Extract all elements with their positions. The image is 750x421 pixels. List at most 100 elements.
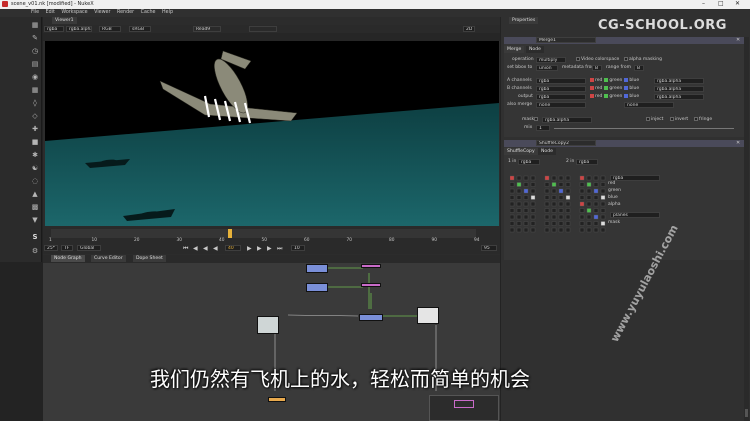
in2-dropdown[interactable]: rgba bbox=[576, 159, 598, 165]
channel-alpha-dropdown[interactable]: rgba.alpha bbox=[66, 26, 92, 32]
draw-tool-icon[interactable]: ✎ bbox=[30, 34, 40, 43]
fps-field[interactable]: 25* bbox=[44, 245, 58, 251]
timeline-track[interactable] bbox=[51, 229, 476, 238]
set-bbox-dropdown[interactable]: union bbox=[536, 65, 558, 71]
menu-file[interactable]: File bbox=[31, 10, 39, 15]
metadata-dropdown[interactable]: B bbox=[592, 65, 602, 71]
scrollbar-thumb[interactable] bbox=[745, 409, 748, 417]
shufflecopy-name-field[interactable]: ShuffleCopy2 bbox=[536, 140, 596, 146]
view-mode-dropdown[interactable]: 2D bbox=[463, 26, 475, 32]
play-back-icon[interactable]: ◀ bbox=[213, 245, 218, 252]
maximize-icon[interactable]: □ bbox=[718, 0, 724, 7]
close-node-icon[interactable]: ✕ bbox=[736, 37, 740, 43]
operation-dropdown[interactable]: multiply bbox=[536, 57, 566, 63]
metadata-tool-icon[interactable]: ☯ bbox=[30, 164, 40, 173]
tab-merge-node[interactable]: Node bbox=[526, 46, 544, 53]
in1-dropdown[interactable]: rgba bbox=[518, 159, 540, 165]
script-tool-icon[interactable]: S bbox=[30, 233, 40, 242]
transform-tool-icon[interactable]: ✚ bbox=[30, 125, 40, 134]
also-merge-dropdown[interactable]: none bbox=[536, 102, 586, 108]
current-frame-field[interactable]: 40 bbox=[225, 245, 241, 251]
settings-tool-icon[interactable]: ⚙ bbox=[30, 247, 40, 256]
b-channels-dropdown[interactable]: rgba bbox=[536, 86, 586, 92]
minimize-icon[interactable]: – bbox=[702, 0, 705, 7]
mask-enable-checkbox[interactable] bbox=[532, 116, 539, 123]
tab-merge[interactable]: Merge bbox=[504, 46, 525, 53]
tab-dope-sheet[interactable]: Dope Sheet bbox=[133, 255, 166, 262]
3d-tool-icon[interactable]: ■ bbox=[30, 138, 40, 147]
node-read-2[interactable] bbox=[257, 316, 279, 334]
lut-dropdown[interactable]: sRGB bbox=[129, 26, 151, 32]
fringe-checkbox[interactable]: fringe bbox=[692, 116, 712, 123]
tab-properties[interactable]: Properties bbox=[509, 17, 539, 24]
output-channel-toggles[interactable]: red green blue bbox=[588, 93, 639, 100]
node-dot-mid[interactable] bbox=[361, 283, 381, 287]
menu-render[interactable]: Render bbox=[117, 10, 134, 15]
also-merge-b-dropdown[interactable]: none bbox=[624, 102, 674, 108]
close-node-icon[interactable]: ✕ bbox=[736, 140, 740, 146]
menu-workspace[interactable]: Workspace bbox=[61, 10, 87, 15]
timeline-playhead[interactable] bbox=[227, 229, 232, 238]
channel-tool-icon[interactable]: ▤ bbox=[30, 60, 40, 69]
output-alpha-dropdown[interactable]: rgba.alpha bbox=[654, 94, 704, 100]
a-alpha-dropdown[interactable]: rgba.alpha bbox=[654, 78, 704, 84]
colorspace-dropdown[interactable]: RGB bbox=[99, 26, 121, 32]
views-tool-icon[interactable]: ✱ bbox=[30, 151, 40, 160]
filter-tool-icon[interactable]: ▦ bbox=[30, 86, 40, 95]
menu-help[interactable]: Help bbox=[162, 10, 173, 15]
step-field[interactable]: 10 bbox=[291, 245, 305, 251]
node-write[interactable] bbox=[268, 397, 286, 402]
mix-field[interactable]: 1 bbox=[536, 125, 550, 131]
menu-cache[interactable]: Cache bbox=[141, 10, 156, 15]
particles-tool-icon[interactable]: ▲ bbox=[30, 190, 40, 199]
output-dropdown[interactable]: rgba bbox=[536, 94, 586, 100]
b-channel-toggles[interactable]: red green blue bbox=[588, 85, 639, 92]
range-dropdown[interactable]: B bbox=[634, 65, 644, 71]
video-colorspace-label[interactable]: Video colorspace bbox=[574, 56, 619, 63]
tab-shufflecopy-node[interactable]: Node bbox=[538, 148, 556, 155]
a-channel-toggles[interactable]: red green blue bbox=[588, 77, 639, 84]
channels-dropdown[interactable]: rgba bbox=[44, 26, 64, 32]
node-shuffle[interactable] bbox=[306, 283, 328, 292]
next-key-icon[interactable]: ▶ bbox=[267, 245, 272, 252]
last-frame-icon[interactable]: ⏭ bbox=[277, 245, 282, 253]
color-tool-icon[interactable]: ◉ bbox=[30, 73, 40, 82]
wipe-dropdown[interactable] bbox=[249, 26, 277, 32]
node-dot-top[interactable] bbox=[361, 264, 381, 268]
node-graph-minimap[interactable] bbox=[429, 395, 499, 421]
keyer-tool-icon[interactable]: ◊ bbox=[30, 99, 40, 108]
menu-viewer[interactable]: Viewer bbox=[94, 10, 110, 15]
range-dropdown[interactable]: Global bbox=[77, 245, 101, 251]
next-frame-icon[interactable]: ▶ bbox=[257, 245, 262, 252]
toolsets-tool-icon[interactable]: ◌ bbox=[30, 177, 40, 186]
shuffle-matrix[interactable] bbox=[510, 168, 610, 238]
deep-tool-icon[interactable]: ▩ bbox=[30, 203, 40, 212]
play-icon[interactable]: ▶ bbox=[247, 245, 252, 252]
merge-tool-icon[interactable]: ◇ bbox=[30, 112, 40, 121]
end-frame-field[interactable]: 95 bbox=[481, 245, 497, 251]
node-grade[interactable] bbox=[306, 264, 328, 273]
node-read[interactable] bbox=[417, 307, 439, 324]
prev-frame-icon[interactable]: ◀ bbox=[203, 245, 208, 252]
mix-slider[interactable] bbox=[554, 128, 734, 129]
a-channels-dropdown[interactable]: rgba bbox=[536, 78, 586, 84]
merge-name-field[interactable]: Merge1 bbox=[536, 37, 596, 43]
other-tool-icon[interactable]: ▼ bbox=[30, 216, 40, 225]
tab-node-graph[interactable]: Node Graph bbox=[51, 255, 85, 262]
close-icon[interactable]: ✕ bbox=[735, 0, 740, 7]
inject-checkbox[interactable]: inject bbox=[644, 116, 663, 123]
properties-scrollbar[interactable] bbox=[744, 37, 749, 421]
alpha-masking-label[interactable]: alpha masking bbox=[622, 56, 662, 63]
tf-dropdown[interactable]: TF bbox=[61, 245, 73, 251]
shuffle-out2-dropdown[interactable]: planes bbox=[610, 212, 660, 218]
shuffle-out-dropdown[interactable]: rgba bbox=[610, 175, 660, 181]
tab-shufflecopy[interactable]: ShuffleCopy bbox=[504, 148, 538, 155]
input-a-dropdown[interactable]: Read9 bbox=[193, 26, 221, 32]
time-tool-icon[interactable]: ◷ bbox=[30, 47, 40, 56]
mask-dropdown[interactable]: rgba.alpha bbox=[542, 117, 592, 123]
b-alpha-dropdown[interactable]: rgba.alpha bbox=[654, 86, 704, 92]
tab-viewer1[interactable]: Viewer1 bbox=[52, 17, 77, 24]
prev-key-icon[interactable]: ◀ bbox=[193, 245, 198, 252]
menu-edit[interactable]: Edit bbox=[46, 10, 55, 15]
node-merge[interactable] bbox=[359, 314, 383, 321]
